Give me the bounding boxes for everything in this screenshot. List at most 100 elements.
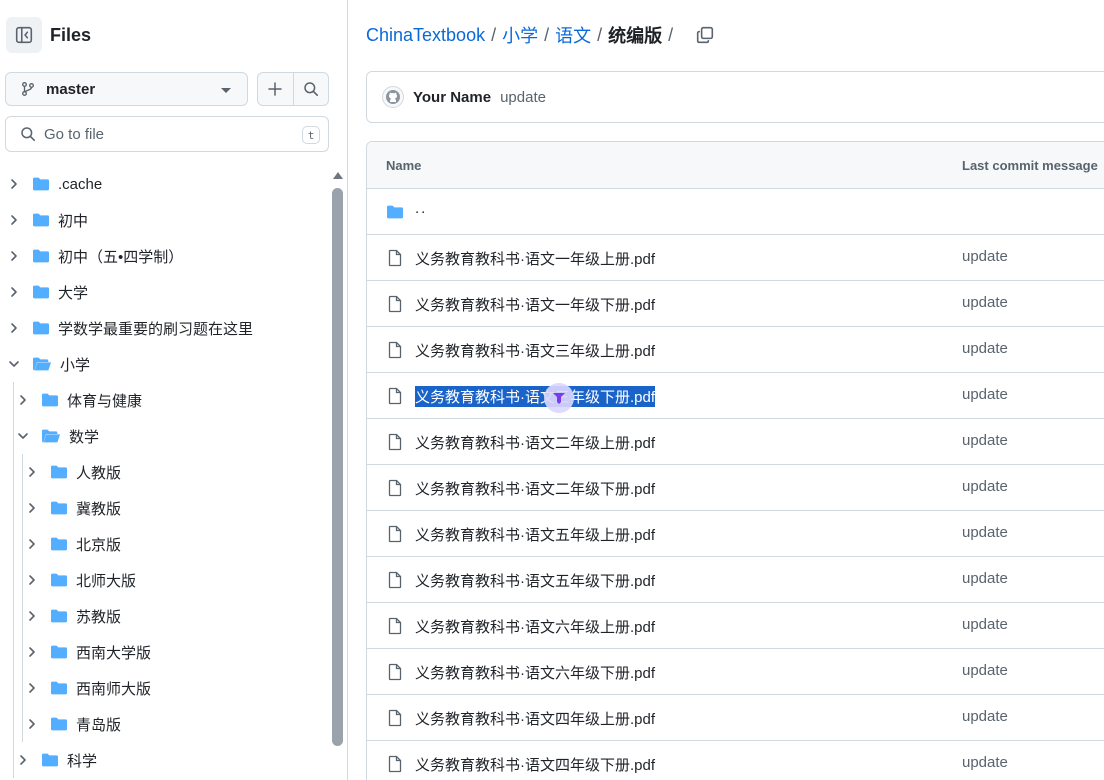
tree-item[interactable]: 初中（五•四学制） — [0, 238, 330, 274]
parent-directory-link[interactable]: .. — [415, 200, 427, 217]
file-commit-message[interactable]: update — [962, 386, 1008, 403]
chevron-right-icon[interactable] — [15, 392, 31, 408]
tree-item[interactable]: 科学 — [0, 742, 330, 778]
chevron-right-icon[interactable] — [24, 572, 40, 588]
tree-item[interactable]: 冀教版 — [0, 490, 330, 526]
parent-directory-row[interactable]: .. — [367, 189, 1104, 235]
tree-item[interactable]: 北京版 — [0, 526, 330, 562]
folder-icon — [32, 320, 50, 336]
file-name-link[interactable]: 义务教育教科书·语文三年级下册.pdf — [415, 386, 656, 407]
chevron-right-icon[interactable] — [6, 320, 22, 336]
table-row[interactable]: 义务教育教科书·语文四年级下册.pdf update — [367, 741, 1104, 780]
tree-item[interactable]: 小学 — [0, 346, 330, 382]
table-row[interactable]: 义务教育教科书·语文三年级下册.pdf update — [367, 373, 1104, 419]
file-commit-message[interactable]: update — [962, 248, 1008, 265]
breadcrumb-link-repo[interactable]: ChinaTextbook — [366, 25, 485, 46]
search-button[interactable] — [292, 73, 328, 105]
file-commit-message[interactable]: update — [962, 616, 1008, 633]
copy-icon — [697, 26, 714, 44]
go-to-file-input[interactable]: Go to file t — [5, 116, 329, 152]
file-name-link[interactable]: 义务教育教科书·语文四年级下册.pdf — [415, 754, 655, 775]
tree-item[interactable]: 人教版 — [0, 454, 330, 490]
collapse-sidebar-button[interactable] — [6, 17, 42, 53]
table-row[interactable]: 义务教育教科书·语文一年级上册.pdf update — [367, 235, 1104, 281]
copy-path-button[interactable] — [693, 23, 717, 47]
table-row[interactable]: 义务教育教科书·语文一年级下册.pdf update — [367, 281, 1104, 327]
tree-item[interactable]: 数学 — [0, 418, 330, 454]
breadcrumb-link-chinese[interactable]: 语文 — [555, 22, 591, 48]
chevron-right-icon[interactable] — [24, 716, 40, 732]
table-row[interactable]: 义务教育教科书·语文六年级下册.pdf update — [367, 649, 1104, 695]
tree-item[interactable]: 学数学最重要的刷习题在这里 — [0, 310, 330, 346]
tree-indent-guide — [13, 742, 14, 778]
file-commit-message[interactable]: update — [962, 754, 1008, 771]
file-commit-message[interactable]: update — [962, 570, 1008, 587]
breadcrumb-current: 统编版 — [608, 26, 663, 46]
file-tree-sidebar: Files master Go to file t .cache 初中 初中（五… — [0, 0, 348, 780]
chevron-down-icon[interactable] — [15, 428, 31, 444]
file-commit-message[interactable]: update — [962, 708, 1008, 725]
file-commit-message[interactable]: update — [962, 524, 1008, 541]
chevron-right-icon[interactable] — [6, 176, 22, 192]
breadcrumb-link-primary[interactable]: 小学 — [502, 22, 538, 48]
file-name-link[interactable]: 义务教育教科书·语文二年级上册.pdf — [415, 432, 655, 453]
table-row[interactable]: 义务教育教科书·语文二年级上册.pdf update — [367, 419, 1104, 465]
table-row[interactable]: 义务教育教科书·语文四年级上册.pdf update — [367, 695, 1104, 741]
file-name-link[interactable]: 义务教育教科书·语文三年级上册.pdf — [415, 340, 655, 361]
tree-item[interactable]: .cache — [0, 166, 330, 202]
commit-message[interactable]: update — [500, 89, 546, 106]
file-name-link[interactable]: 义务教育教科书·语文五年级下册.pdf — [415, 570, 655, 591]
chevron-right-icon[interactable] — [15, 752, 31, 768]
chevron-right-icon[interactable] — [6, 248, 22, 264]
tree-item-label: 北京版 — [76, 536, 122, 554]
tree-indent-guide — [22, 562, 23, 598]
table-row[interactable]: 义务教育教科书·语文六年级上册.pdf update — [367, 603, 1104, 649]
chevron-right-icon[interactable] — [24, 464, 40, 480]
file-name-link[interactable]: 义务教育教科书·语文四年级上册.pdf — [415, 708, 655, 729]
column-header-commit-message: Last commit message — [962, 158, 1098, 173]
commit-author[interactable]: Your Name — [413, 89, 491, 106]
chevron-right-icon[interactable] — [6, 212, 22, 228]
chevron-right-icon[interactable] — [24, 500, 40, 516]
tree-item-label: 初中 — [58, 212, 89, 230]
file-name-link[interactable]: 义务教育教科书·语文六年级下册.pdf — [415, 662, 655, 683]
table-row[interactable]: 义务教育教科书·语文二年级下册.pdf update — [367, 465, 1104, 511]
sidebar-collapse-icon — [15, 26, 33, 44]
sidebar-scrollbar-thumb[interactable] — [332, 188, 343, 746]
file-name-link[interactable]: 义务教育教科书·语文五年级上册.pdf — [415, 524, 655, 545]
file-commit-message[interactable]: update — [962, 662, 1008, 679]
table-row[interactable]: 义务教育教科书·语文五年级上册.pdf update — [367, 511, 1104, 557]
sidebar-title: Files — [50, 24, 92, 45]
tree-item[interactable]: 体育与健康 — [0, 382, 330, 418]
tree-item[interactable]: 苏教版 — [0, 598, 330, 634]
scroll-up-arrow[interactable] — [333, 172, 343, 179]
chevron-right-icon[interactable] — [24, 680, 40, 696]
file-name-link[interactable]: 义务教育教科书·语文二年级下册.pdf — [415, 478, 655, 499]
chevron-right-icon[interactable] — [24, 536, 40, 552]
file-commit-message[interactable]: update — [962, 432, 1008, 449]
tree-item[interactable]: 初中 — [0, 202, 330, 238]
tree-item[interactable]: 北师大版 — [0, 562, 330, 598]
tree-indent-guide — [13, 490, 14, 526]
chevron-right-icon[interactable] — [24, 644, 40, 660]
file-commit-message[interactable]: update — [962, 340, 1008, 357]
chevron-down-icon[interactable] — [6, 356, 22, 372]
chevron-right-icon[interactable] — [24, 608, 40, 624]
tree-item[interactable]: 西南师大版 — [0, 670, 330, 706]
branch-selector-button[interactable]: master — [5, 72, 248, 106]
table-row[interactable]: 义务教育教科书·语文五年级下册.pdf update — [367, 557, 1104, 603]
file-commit-message[interactable]: update — [962, 478, 1008, 495]
avatar[interactable] — [382, 86, 404, 108]
tree-item[interactable]: 西南大学版 — [0, 634, 330, 670]
folder-icon — [50, 500, 68, 516]
chevron-right-icon[interactable] — [6, 284, 22, 300]
file-name-link[interactable]: 义务教育教科书·语文一年级下册.pdf — [415, 294, 655, 315]
file-name-link[interactable]: 义务教育教科书·语文六年级上册.pdf — [415, 616, 655, 637]
tree-item[interactable]: 青岛版 — [0, 706, 330, 742]
add-file-button[interactable] — [258, 73, 293, 105]
file-name-link[interactable]: 义务教育教科书·语文一年级上册.pdf — [415, 248, 655, 269]
table-row[interactable]: 义务教育教科书·语文三年级上册.pdf update — [367, 327, 1104, 373]
file-commit-message[interactable]: update — [962, 294, 1008, 311]
tree-indent-guide — [13, 454, 14, 490]
tree-item[interactable]: 大学 — [0, 274, 330, 310]
